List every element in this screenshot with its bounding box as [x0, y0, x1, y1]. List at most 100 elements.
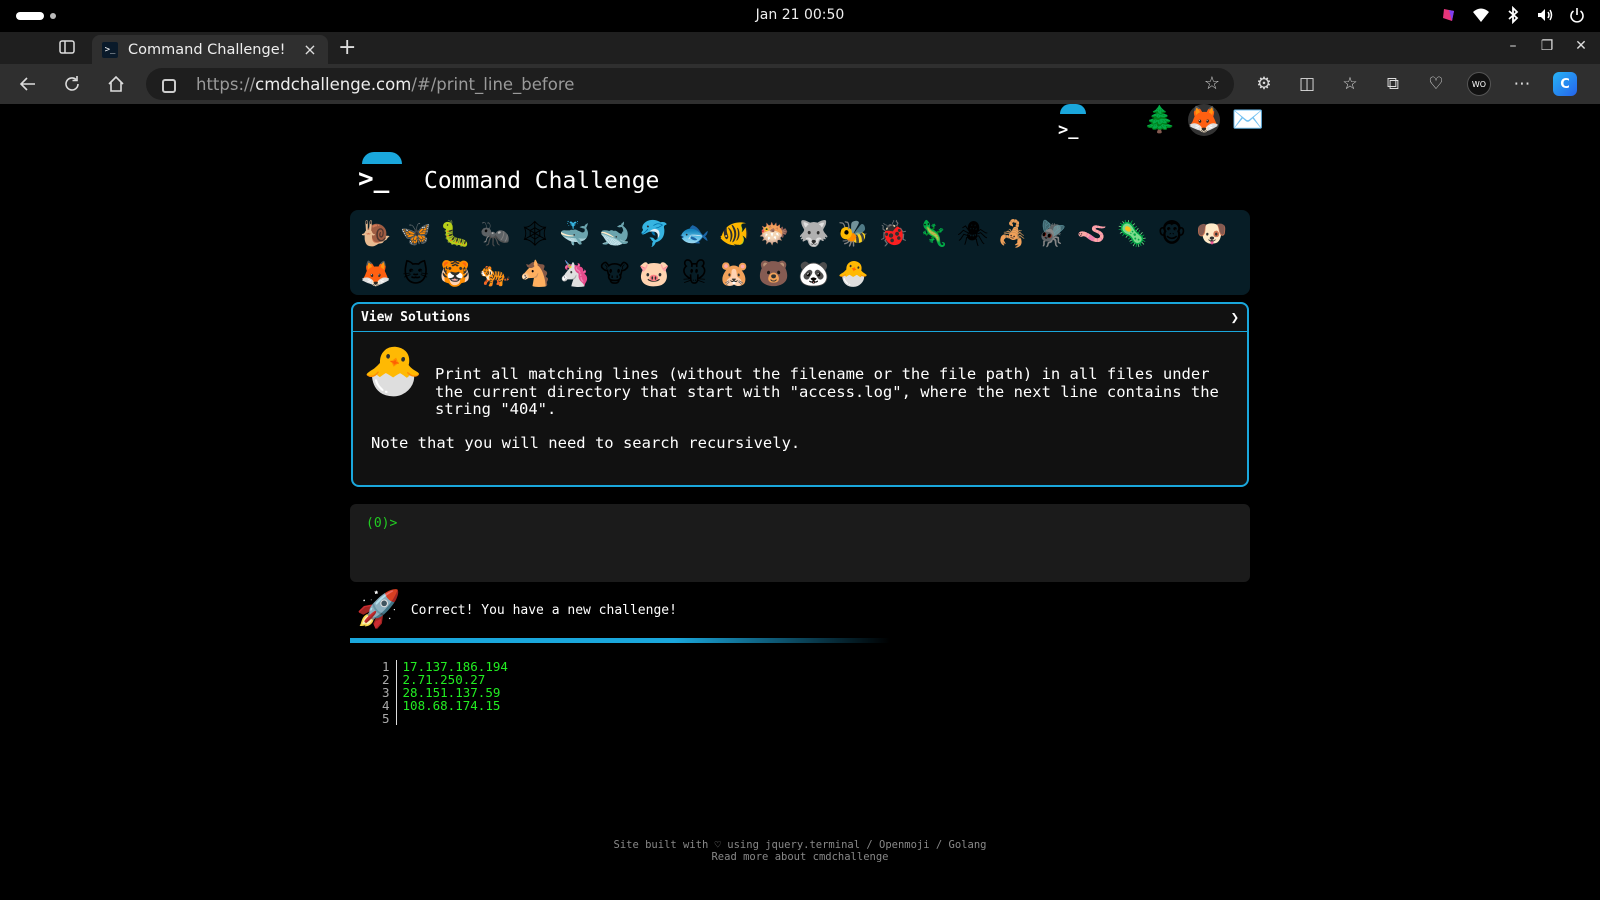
os-top-bar: Jan 21 00:50 — [0, 0, 1600, 32]
result-text: Correct! You have a new challenge! — [410, 602, 677, 618]
level-button[interactable]: 🐟 — [674, 214, 714, 254]
level-button[interactable]: 🐝 — [834, 214, 874, 254]
level-button[interactable]: 🐛 — [436, 214, 476, 254]
new-tab-button[interactable]: + — [338, 35, 356, 61]
level-button[interactable]: 🐌 — [356, 214, 396, 254]
address-bar[interactable]: https://cmdchallenge.com/#/print_line_be… — [146, 68, 1234, 100]
output-line-numbers: 12345 — [382, 660, 397, 725]
collections-icon[interactable]: ⧉ — [1381, 72, 1405, 96]
level-selector: 🐌 🦋 🐛 🐜 🕸 🐳 🐋 🐬 🐟 🐠 🐡 🐺 🐝 🐞 🦎 🕷 🦂 🪰 🪱 🦠 🐵 🐶 🦊 🐱 🐯 🐅 🐴 🦄 🐮 🐷 🐭 🐹 🐻 🐼 🐣 — [350, 210, 1250, 295]
profile-avatar[interactable]: WO — [1467, 72, 1491, 96]
reload-icon[interactable] — [60, 72, 84, 96]
terminal-favicon-icon: >_ — [102, 41, 118, 58]
prompt-logo-icon[interactable]: >_ — [1056, 104, 1088, 140]
chevron-right-icon[interactable]: ❯ — [1231, 310, 1239, 326]
output-line: 108.68.174.15 — [402, 698, 501, 713]
challenge-description: Print all matching lines (without the fi… — [435, 365, 1219, 418]
level-button[interactable]: 🐷 — [635, 254, 675, 294]
view-solutions-toggle[interactable]: View Solutions ❯ — [353, 304, 1247, 332]
level-button[interactable]: 🐯 — [436, 254, 476, 294]
level-button[interactable]: 🦂 — [993, 214, 1033, 254]
challenge-note: Note that you will need to search recurs… — [371, 434, 801, 452]
level-button[interactable]: 🐅 — [475, 254, 515, 294]
terminal-prompt: (0)> — [366, 516, 398, 531]
level-button[interactable]: 🐼 — [794, 254, 834, 294]
tab-command-challenge[interactable]: >_ Command Challenge! × — [92, 35, 328, 64]
window-controls: – ❐ ✕ — [1506, 38, 1588, 54]
top-icons-row: >_ 😮 🌲 🦊 ✉️ — [1056, 104, 1264, 140]
bluetooth-icon[interactable] — [1504, 6, 1522, 24]
level-button[interactable]: 🐠 — [714, 214, 754, 254]
level-button[interactable]: 🐮 — [595, 254, 635, 294]
level-button[interactable]: 🦄 — [555, 254, 595, 294]
more-menu-icon[interactable]: ⋯ — [1510, 72, 1534, 96]
tab-title: Command Challenge! — [128, 41, 286, 58]
level-button[interactable]: 🐡 — [754, 214, 794, 254]
copilot-icon[interactable]: C — [1553, 72, 1577, 96]
view-solutions-label: View Solutions — [361, 310, 471, 325]
wifi-icon[interactable] — [1472, 6, 1490, 24]
tab-close-icon[interactable]: × — [302, 40, 318, 59]
level-button[interactable]: 🕸 — [515, 214, 555, 254]
footer: Site built with ♡ using jquery.terminal … — [4, 839, 1596, 863]
toolbar-extensions: ⚙ ◫ ☆ ⧉ ♡ WO ⋯ C — [1252, 72, 1577, 96]
hint-face-icon[interactable]: 😮 — [1100, 104, 1132, 136]
envelope-icon[interactable]: ✉️ — [1232, 104, 1264, 136]
close-window-icon[interactable]: ✕ — [1574, 38, 1588, 54]
gitlab-fox-icon[interactable]: 🦊 — [1188, 104, 1220, 136]
level-button[interactable]: 🐬 — [635, 214, 675, 254]
favorite-star-icon[interactable]: ☆ — [1204, 73, 1220, 94]
level-button[interactable]: 🐜 — [475, 214, 515, 254]
volume-icon[interactable] — [1536, 6, 1554, 24]
level-button[interactable]: 🐋 — [595, 214, 635, 254]
level-button[interactable]: 🐺 — [794, 214, 834, 254]
level-button[interactable]: 🐣 — [834, 254, 874, 294]
level-button[interactable]: 🐭 — [674, 254, 714, 294]
browser-essentials-icon[interactable]: ♡ — [1424, 72, 1448, 96]
level-button[interactable]: 🪰 — [1033, 214, 1073, 254]
level-button[interactable]: 🕷 — [953, 214, 993, 254]
back-arrow-icon[interactable] — [16, 72, 40, 96]
level-button[interactable]: 🐻 — [754, 254, 794, 294]
level-button[interactable]: 🪱 — [1072, 214, 1112, 254]
result-message: 🚀 Correct! You have a new challenge! — [356, 588, 677, 632]
level-button[interactable]: 🐞 — [873, 214, 913, 254]
progress-bar — [350, 638, 890, 643]
hatching-chick-icon: 🐣 — [363, 343, 423, 399]
tree-icon[interactable]: 🌲 — [1144, 104, 1176, 136]
level-button[interactable]: 🐵 — [1152, 214, 1192, 254]
url-text: https://cmdchallenge.com/#/print_line_be… — [196, 75, 574, 94]
command-challenge-logo-icon[interactable]: >_ — [356, 152, 404, 200]
lock-icon[interactable] — [162, 79, 176, 93]
system-tray — [1440, 6, 1586, 24]
minimize-icon[interactable]: – — [1506, 38, 1520, 54]
extensions-puzzle-icon[interactable]: ⚙ — [1252, 72, 1276, 96]
url-scheme: https:// — [196, 74, 256, 94]
level-button[interactable]: 🦠 — [1112, 214, 1152, 254]
level-button[interactable]: 🦎 — [913, 214, 953, 254]
favorites-icon[interactable]: ☆ — [1338, 72, 1362, 96]
level-button[interactable]: 🐶 — [1192, 214, 1232, 254]
level-button[interactable]: 🦊 — [356, 254, 396, 294]
browser-tab-bar: >_ Command Challenge! × + – ❐ ✕ — [0, 32, 1600, 64]
challenge-panel: View Solutions ❯ 🐣 Print all matching li… — [351, 302, 1249, 487]
clock[interactable]: Jan 21 00:50 — [0, 7, 1600, 23]
page-title: Command Challenge — [424, 168, 660, 194]
level-button[interactable]: 🐱 — [396, 254, 436, 294]
restore-icon[interactable]: ❐ — [1540, 38, 1554, 54]
level-button[interactable]: 🐹 — [714, 254, 754, 294]
url-host: cmdchallenge.com — [255, 74, 412, 94]
home-icon[interactable] — [104, 72, 128, 96]
footer-read-more-link[interactable]: Read more about cmdchallenge — [4, 851, 1596, 863]
split-screen-icon[interactable]: ◫ — [1295, 72, 1319, 96]
browser-nav-bar: https://cmdchallenge.com/#/print_line_be… — [0, 64, 1600, 104]
terminal-input[interactable]: (0)> — [350, 504, 1250, 582]
power-icon[interactable] — [1568, 6, 1586, 24]
level-button[interactable]: 🐳 — [555, 214, 595, 254]
app-indicator-icon[interactable] — [1440, 6, 1458, 24]
footer-credits: Site built with ♡ using jquery.terminal … — [613, 839, 987, 851]
level-button[interactable]: 🐴 — [515, 254, 555, 294]
tab-actions-icon[interactable] — [58, 38, 78, 58]
level-button[interactable]: 🦋 — [396, 214, 436, 254]
